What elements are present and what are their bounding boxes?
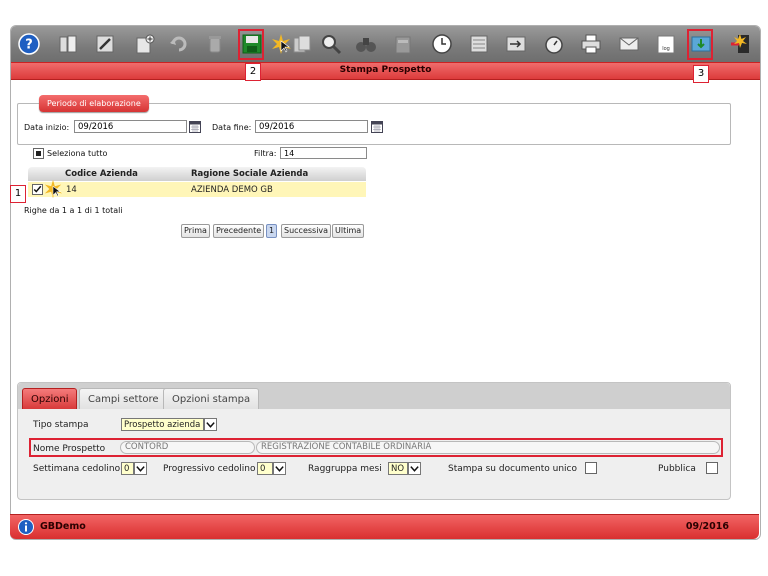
chevron-down-icon <box>410 466 419 472</box>
undo-icon[interactable] <box>167 32 191 56</box>
toolbar: ? log <box>11 26 760 62</box>
tipo-stampa-label: Tipo stampa <box>33 420 89 430</box>
filter-input[interactable]: 14 <box>280 147 367 159</box>
pager-prev-button[interactable]: Precedente <box>213 224 265 238</box>
pencil-icon[interactable] <box>93 32 117 56</box>
mail-icon[interactable] <box>617 32 641 56</box>
trash-icon[interactable] <box>203 32 227 56</box>
nome-prospetto-desc-field[interactable]: REGISTRAZIONE CONTABILE ORDINARIA <box>256 441 720 454</box>
filter-label: Filtra: <box>254 149 277 158</box>
pager-last-button[interactable]: Ultima <box>332 224 365 238</box>
row-ragione: AZIENDA DEMO GB <box>191 185 273 195</box>
svg-text:?: ? <box>25 38 33 53</box>
pubblica-checkbox[interactable] <box>706 462 718 474</box>
stampa-unico-label: Stampa su documento unico <box>448 464 578 474</box>
calendar-icon[interactable] <box>371 121 383 133</box>
row-codice: 14 <box>66 185 77 195</box>
settimana-dropdown[interactable] <box>134 462 147 475</box>
status-bar: GBDemo 09/2016 <box>10 514 759 539</box>
options-panel: Opzioni Campi settore Opzioni stampa Tip… <box>17 382 731 500</box>
tab-opzioni-stampa[interactable]: Opzioni stampa <box>163 388 260 409</box>
raggruppa-dropdown[interactable] <box>408 462 421 475</box>
calendar-icon[interactable] <box>189 121 201 133</box>
raggruppa-select[interactable]: NO <box>388 462 408 475</box>
stampa-unico-checkbox[interactable] <box>585 462 597 474</box>
col-codice-header[interactable]: Codice Azienda <box>65 169 138 179</box>
settimana-select[interactable]: 0 <box>121 462 134 475</box>
binoculars-icon[interactable] <box>354 32 378 56</box>
row-checkbox[interactable] <box>32 184 43 195</box>
progressivo-select[interactable]: 0 <box>257 462 273 475</box>
progressivo-label: Progressivo cedolino <box>163 464 256 474</box>
log-icon[interactable]: log <box>654 32 678 56</box>
log-icon-label: log <box>662 46 670 52</box>
pager-first-button[interactable]: Prima <box>181 224 210 238</box>
callout-1: 1 <box>10 185 26 203</box>
chevron-down-icon <box>206 422 215 428</box>
search-icon[interactable] <box>319 32 343 56</box>
grid-summary: Righe da 1 a 1 di 1 totali <box>24 206 123 215</box>
app-name: GBDemo <box>40 521 86 532</box>
progressivo-dropdown[interactable] <box>273 462 286 475</box>
tab-campi-settore[interactable]: Campi settore <box>79 388 168 409</box>
end-date-input[interactable]: 09/2016 <box>255 120 368 133</box>
calculator-icon[interactable] <box>467 32 491 56</box>
timer-icon[interactable] <box>542 32 566 56</box>
grid-header: Codice Azienda Ragione Sociale Azienda <box>28 167 366 181</box>
pager-current-page[interactable]: 1 <box>266 224 278 238</box>
select-all-label: Seleziona tutto <box>47 149 108 158</box>
start-date-label: Data inizio: <box>24 123 70 132</box>
end-date-label: Data fine: <box>212 123 252 132</box>
callout-3: 3 <box>693 65 709 83</box>
callout-2: 2 <box>245 63 261 81</box>
title-bar: Stampa Prospetto <box>11 62 760 80</box>
exit-icon[interactable] <box>728 32 752 56</box>
help-icon[interactable]: ? <box>17 32 41 56</box>
callout-import-highlight <box>687 29 713 60</box>
col-ragione-header[interactable]: Ragione Sociale Azienda <box>191 169 308 179</box>
raggruppa-label: Raggruppa mesi <box>308 464 382 474</box>
export-icon[interactable] <box>504 32 528 56</box>
nome-prospetto-label: Nome Prospetto <box>33 444 106 454</box>
start-date-input[interactable]: 09/2016 <box>74 120 187 133</box>
periodo-legend: Periodo di elaborazione <box>39 95 149 112</box>
select-all-mark <box>36 151 41 156</box>
pubblica-label: Pubblica <box>658 464 696 474</box>
callout-save-highlight <box>238 29 264 60</box>
click-burst-icon <box>44 179 63 199</box>
settimana-label: Settimana cedolino <box>33 464 121 474</box>
select-all-checkbox[interactable] <box>33 148 44 159</box>
current-period: 09/2016 <box>685 521 729 532</box>
pager-next-button[interactable]: Successiva <box>281 224 332 238</box>
table-row[interactable]: 14 AZIENDA DEMO GB <box>28 179 366 199</box>
tabs-bar: Opzioni Campi settore Opzioni stampa <box>18 383 730 409</box>
new-doc-icon[interactable] <box>133 32 157 56</box>
tab-opzioni[interactable]: Opzioni <box>22 388 78 409</box>
clock-icon[interactable] <box>430 32 454 56</box>
copy-icon[interactable] <box>290 32 314 56</box>
tipo-stampa-select[interactable]: Prospetto azienda <box>121 418 204 431</box>
chevron-down-icon <box>275 466 284 472</box>
chevron-down-icon <box>136 466 145 472</box>
nome-prospetto-code-field[interactable]: CONTORD <box>120 441 255 454</box>
archive-icon[interactable] <box>391 32 415 56</box>
window-title: Stampa Prospetto <box>339 65 432 75</box>
tipo-stampa-dropdown[interactable] <box>204 418 217 431</box>
printer-icon[interactable] <box>579 32 603 56</box>
info-icon[interactable] <box>18 519 34 535</box>
book-icon[interactable] <box>56 32 80 56</box>
checkmark-icon <box>33 185 42 193</box>
